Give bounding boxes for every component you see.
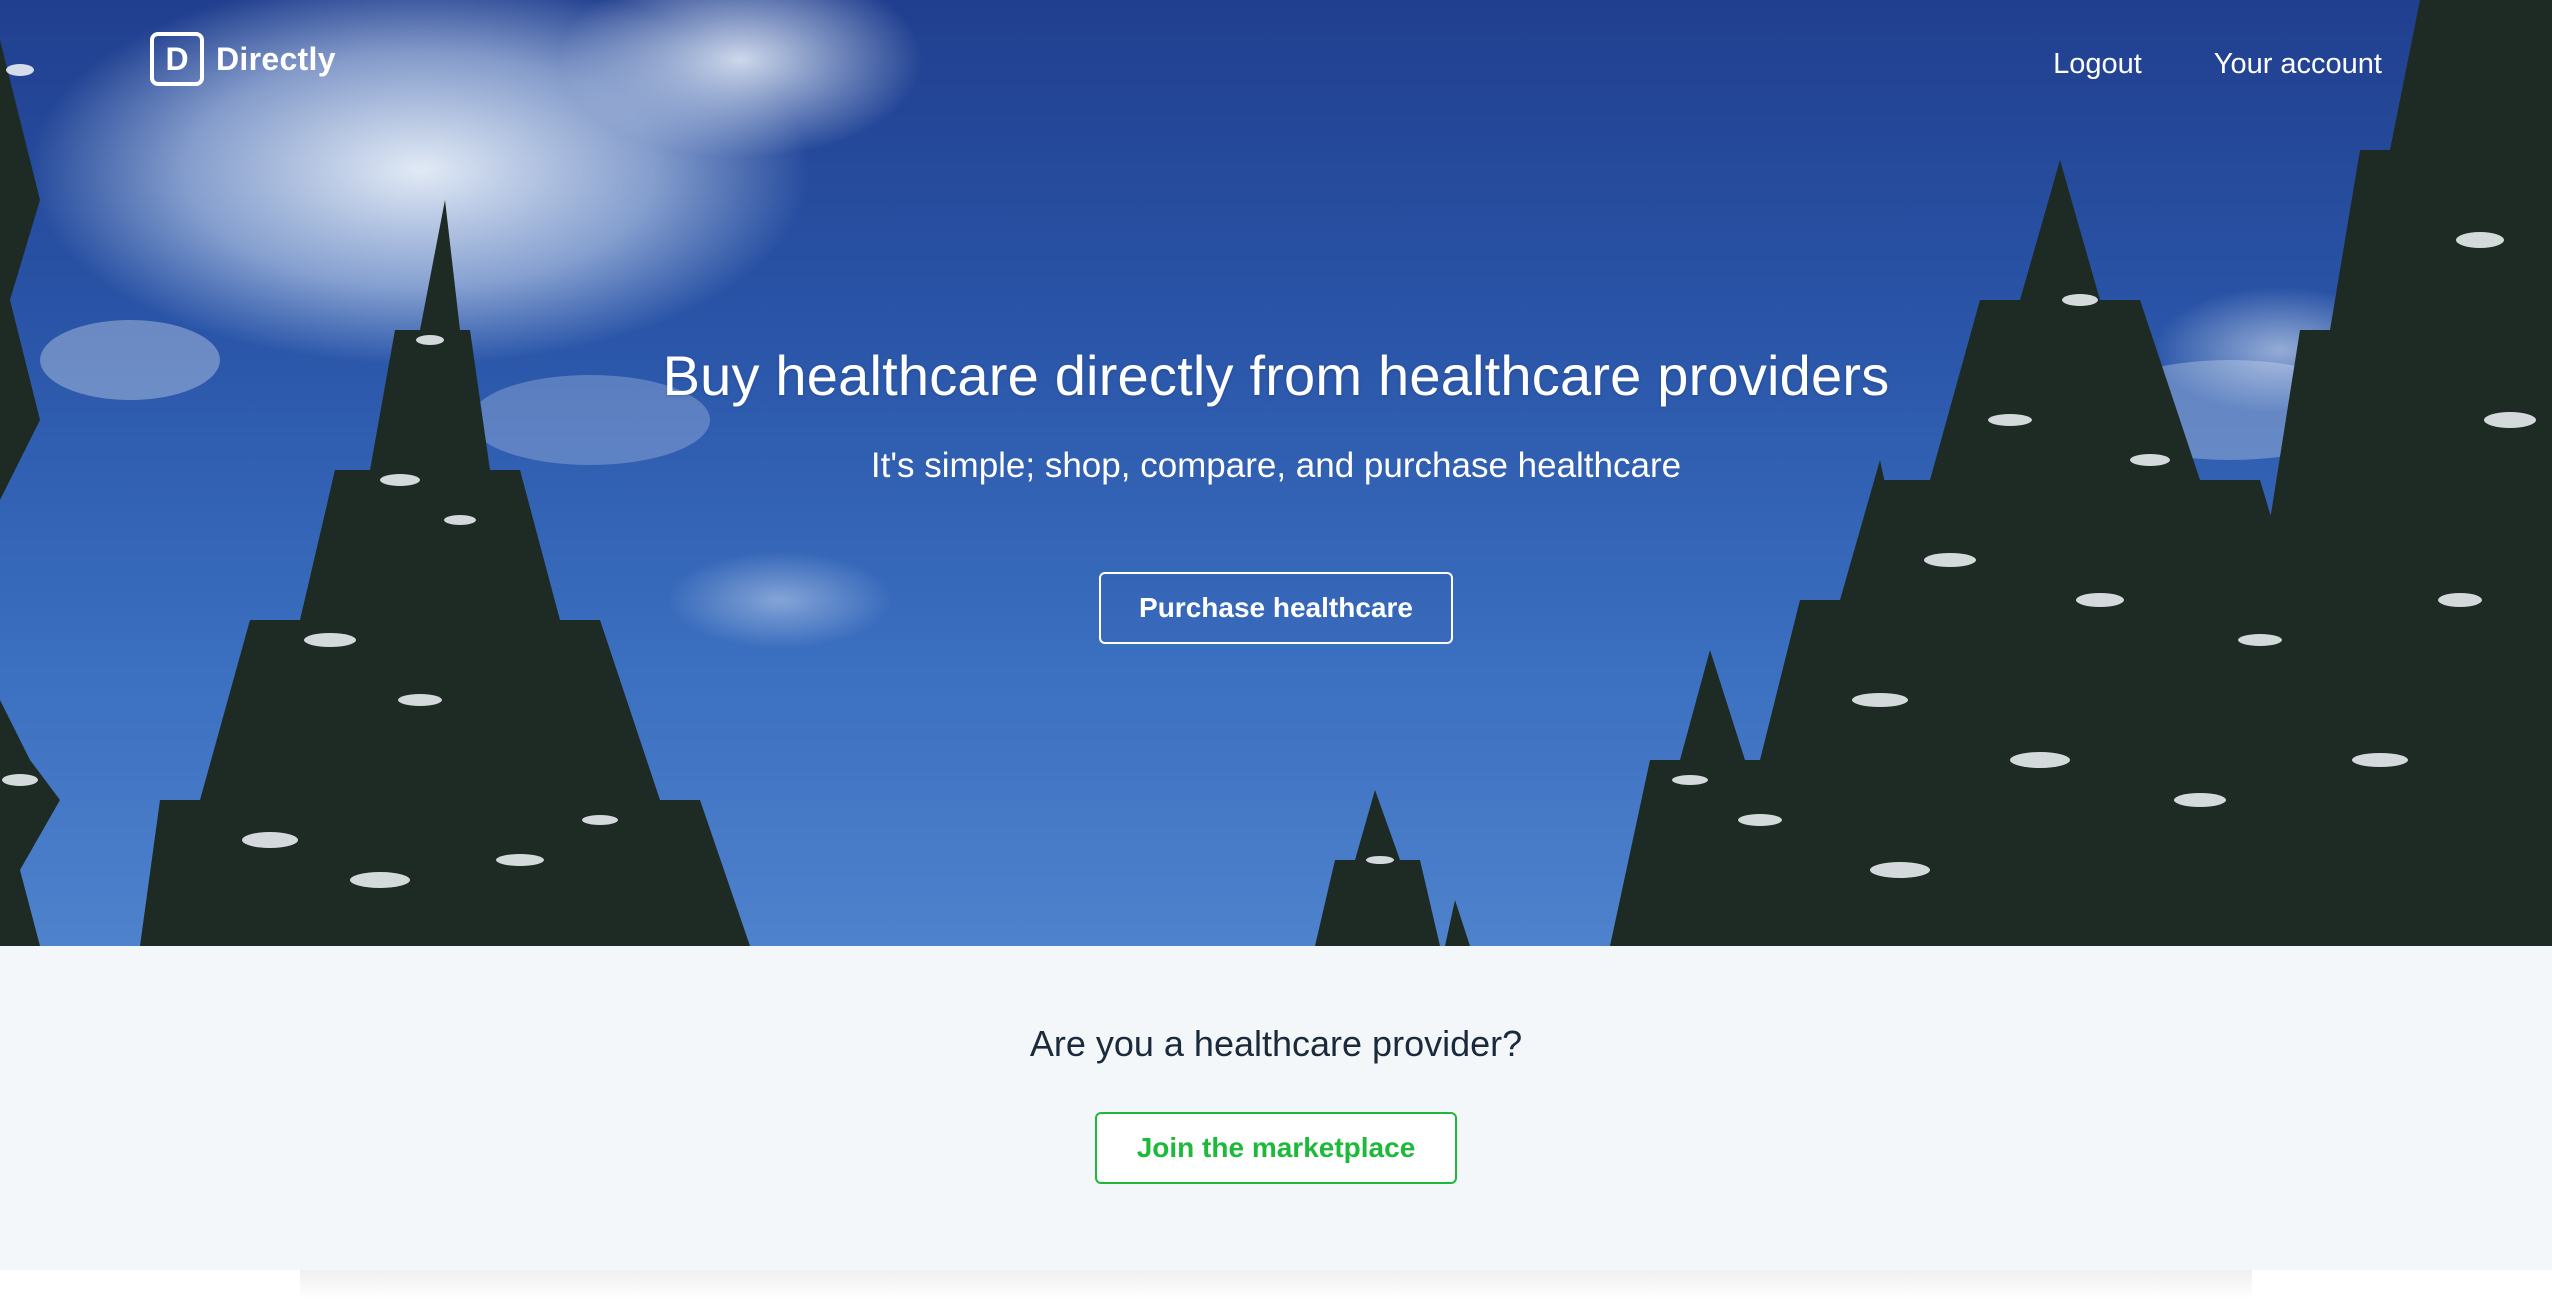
join-marketplace-button[interactable]: Join the marketplace <box>1094 1112 1458 1184</box>
provider-section: Are you a healthcare provider? Join the … <box>0 946 2552 1270</box>
nav-links: Logout Your account <box>2053 48 2382 81</box>
logout-link[interactable]: Logout <box>2053 48 2142 81</box>
hero-subtitle: It's simple; shop, compare, and purchase… <box>870 446 1682 485</box>
top-navbar: D Directly Logout Your account <box>0 0 2552 130</box>
footer-edge <box>0 1270 2552 1300</box>
logo-letter: D <box>165 41 189 77</box>
logo-mark-icon: D <box>150 32 204 86</box>
brand-name: Directly <box>216 40 336 77</box>
hero-section: D Directly Logout Your account Buy healt… <box>0 0 2552 946</box>
hero-content: Buy healthcare directly from healthcare … <box>0 340 2552 644</box>
purchase-healthcare-button[interactable]: Purchase healthcare <box>1099 572 1453 644</box>
hero-title: Buy healthcare directly from healthcare … <box>662 344 1890 407</box>
your-account-link[interactable]: Your account <box>2214 48 2382 81</box>
brand-logo[interactable]: D Directly <box>150 32 336 86</box>
provider-title: Are you a healthcare provider? <box>1029 1023 1523 1064</box>
